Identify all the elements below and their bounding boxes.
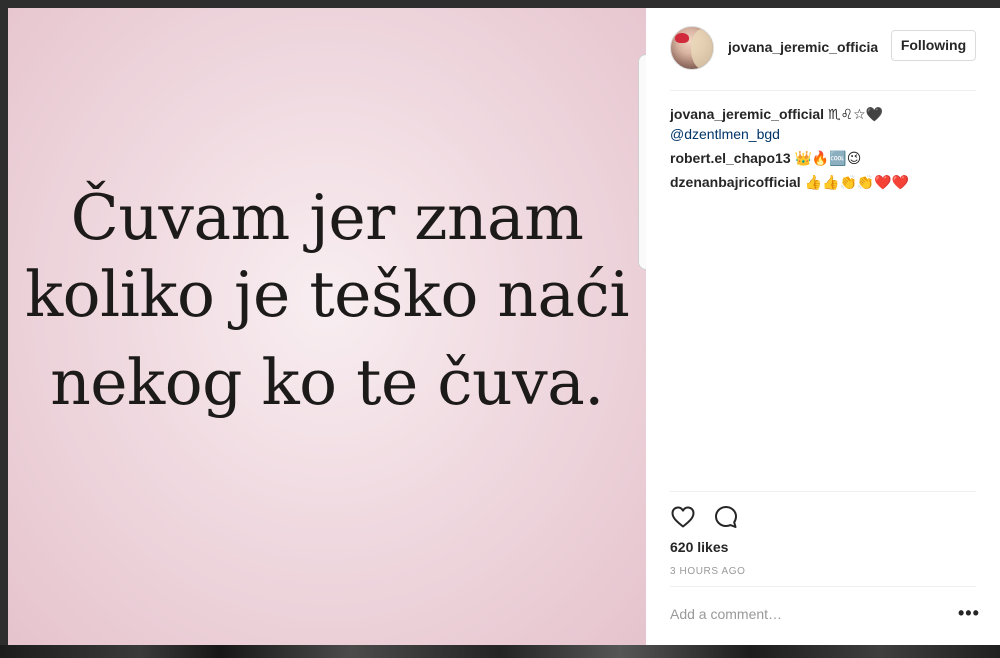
quote-line: nekog ko te čuva. bbox=[50, 346, 604, 419]
following-button[interactable]: Following bbox=[891, 30, 976, 61]
more-options-button[interactable]: ••• bbox=[958, 604, 980, 624]
comment-item: dzenanbajricofficial 👍👍👏👏❤️❤️ bbox=[670, 172, 976, 192]
backdrop bbox=[0, 8, 8, 645]
post-header: jovana_jeremic_official Following bbox=[670, 26, 976, 91]
divider bbox=[670, 491, 976, 492]
backdrop-thumbnails bbox=[0, 645, 1000, 658]
comments-list: jovana_jeremic_official ♏♌☆🖤 @dzentlmen_… bbox=[670, 104, 976, 196]
quote-line: koliko je teško naći bbox=[24, 258, 630, 331]
caption-text: ♏♌☆🖤 bbox=[824, 106, 884, 122]
heart-icon[interactable] bbox=[670, 504, 696, 530]
post-modal: Čuvam jer znam koliko je teško naći neko… bbox=[8, 8, 1000, 645]
caption: jovana_jeremic_official ♏♌☆🖤 @dzentlmen_… bbox=[670, 104, 976, 144]
post-sidebar: jovana_jeremic_official Following jovana… bbox=[646, 8, 1000, 645]
caption-username[interactable]: jovana_jeremic_official bbox=[670, 106, 824, 122]
quote-line: Čuvam jer znam bbox=[70, 181, 584, 254]
comment-text: 👍👍👏👏❤️❤️ bbox=[800, 174, 910, 190]
comment-text: 👑🔥🆒😉 bbox=[790, 150, 862, 166]
backdrop bbox=[0, 0, 1000, 8]
comment-icon[interactable] bbox=[713, 504, 739, 530]
comment-username[interactable]: robert.el_chapo13 bbox=[670, 150, 791, 166]
comment-item: robert.el_chapo13 👑🔥🆒😉 bbox=[670, 148, 976, 168]
post-timestamp[interactable]: 3 HOURS AGO bbox=[670, 566, 746, 577]
add-comment-input[interactable]: Add a comment… bbox=[670, 606, 930, 622]
divider bbox=[670, 586, 976, 587]
post-image[interactable]: Čuvam jer znam koliko je teško naći neko… bbox=[8, 8, 646, 645]
comment-username[interactable]: dzenanbajricofficial bbox=[670, 174, 801, 190]
avatar[interactable] bbox=[670, 26, 714, 70]
likes-count[interactable]: 620 likes bbox=[670, 539, 728, 555]
username-link[interactable]: jovana_jeremic_official bbox=[728, 39, 878, 55]
mention-link[interactable]: @dzentlmen_bgd bbox=[670, 126, 780, 142]
